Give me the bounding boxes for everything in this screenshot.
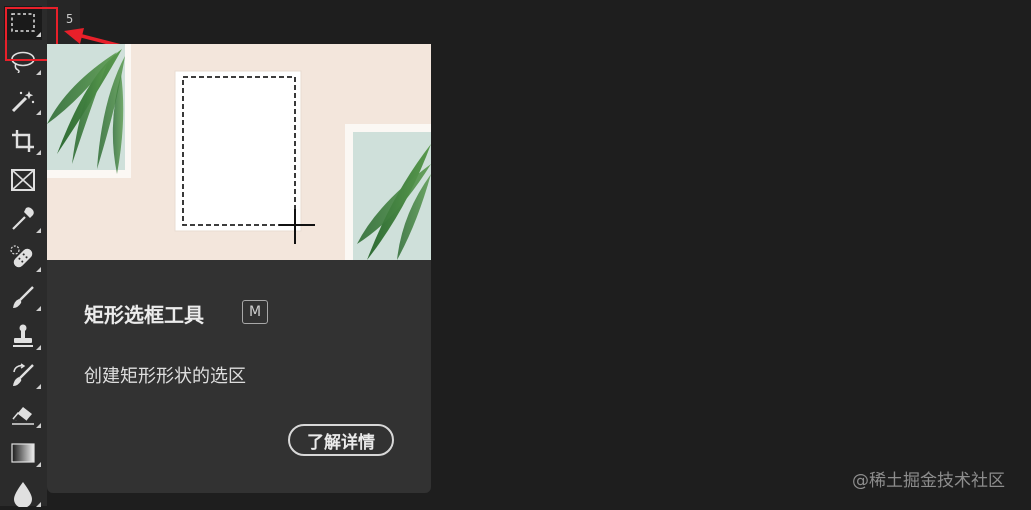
brush-tool[interactable]	[4, 280, 42, 314]
eraser-icon	[12, 407, 34, 425]
blur-drop-icon	[14, 482, 32, 507]
magic-wand-tool[interactable]	[4, 84, 42, 118]
flyout-indicator	[36, 384, 41, 389]
stamp-icon	[13, 324, 33, 347]
side-number: 5	[66, 12, 74, 26]
flyout-indicator	[36, 110, 41, 115]
spot-healing-icon	[10, 245, 33, 268]
eyedropper-icon	[12, 207, 34, 230]
brush-icon	[13, 286, 34, 308]
watermark: @稀土掘金技术社区	[852, 471, 1005, 491]
crop-tool[interactable]	[4, 124, 42, 158]
flyout-indicator	[36, 267, 41, 272]
flyout-indicator	[36, 70, 41, 75]
flyout-indicator	[36, 502, 41, 507]
history-brush-icon	[13, 363, 34, 386]
flyout-indicator	[36, 228, 41, 233]
blur-tool[interactable]	[4, 476, 42, 510]
learn-more-button[interactable]: 了解详情	[288, 424, 394, 456]
flyout-indicator	[36, 306, 41, 311]
clone-stamp-tool[interactable]	[4, 319, 42, 353]
spot-healing-tool[interactable]	[4, 241, 42, 275]
tool-description: 创建矩形形状的选区	[84, 366, 246, 387]
tool-title: 矩形选框工具	[84, 303, 204, 327]
history-brush-tool[interactable]	[4, 358, 42, 392]
gradient-tool[interactable]	[4, 436, 42, 470]
rich-tooltip: 矩形选框工具 M 创建矩形形状的选区 了解详情	[47, 44, 431, 493]
frame-tool[interactable]	[4, 163, 42, 197]
frame-icon	[11, 169, 35, 191]
tools-panel	[0, 0, 47, 507]
tool-preview-image	[47, 44, 431, 260]
preview-illustration	[47, 44, 431, 260]
flyout-indicator	[36, 345, 41, 350]
crop-icon	[12, 130, 34, 152]
shortcut-key-badge: M	[242, 300, 268, 324]
eyedropper-tool[interactable]	[4, 202, 42, 236]
flyout-indicator	[36, 462, 41, 467]
magic-wand-icon	[11, 91, 35, 113]
eraser-tool[interactable]	[4, 397, 42, 431]
flyout-indicator	[36, 423, 41, 428]
flyout-indicator	[36, 150, 41, 155]
gradient-icon	[11, 443, 35, 463]
